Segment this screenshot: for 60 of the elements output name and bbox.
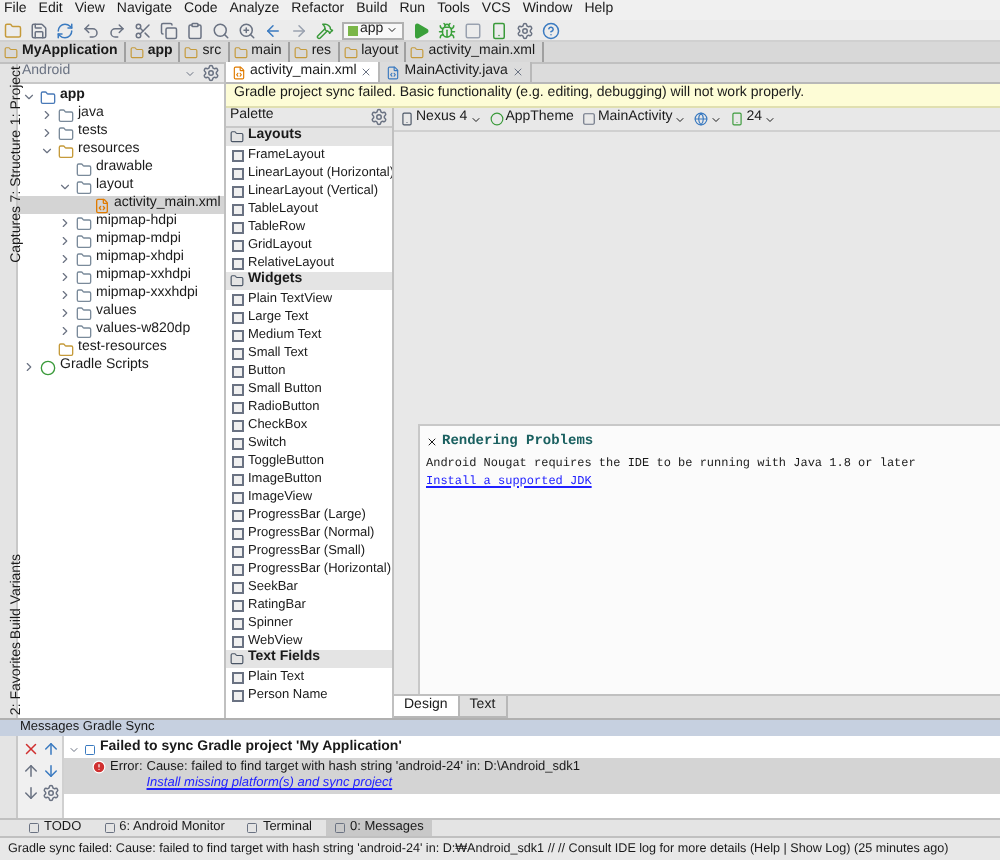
hammer-icon[interactable]: [316, 21, 334, 39]
file-icon: [94, 197, 110, 213]
copy-icon[interactable]: [160, 21, 178, 39]
up-arrow-icon[interactable]: [42, 740, 60, 758]
folder-icon: [230, 130, 244, 144]
square-icon: [28, 822, 40, 834]
stop-icon[interactable]: [463, 21, 482, 39]
caret-icon: [764, 113, 777, 125]
square-icon: [348, 25, 358, 35]
square-icon: [103, 822, 116, 834]
paste-icon[interactable]: [186, 21, 204, 39]
circle-icon: [40, 359, 56, 375]
folder-icon: [293, 45, 308, 59]
square-icon: [84, 743, 96, 755]
locale-dropdown[interactable]: [694, 112, 723, 126]
circle-icon: [489, 112, 504, 126]
settings-icon[interactable]: [202, 64, 220, 82]
back-icon[interactable]: [264, 21, 282, 39]
run-icon[interactable]: [411, 21, 430, 39]
folder-icon: [410, 45, 425, 59]
folder-icon: [129, 45, 144, 59]
forward-icon[interactable]: [290, 21, 308, 39]
save-icon[interactable]: [30, 21, 48, 39]
caret-icon: [710, 113, 723, 125]
caret-icon: [469, 113, 482, 125]
settings-icon[interactable]: [370, 108, 388, 126]
phone-icon: [400, 112, 414, 126]
globe-icon: [694, 112, 709, 126]
window-icon: [581, 112, 596, 126]
folder-icon[interactable]: [4, 21, 22, 39]
phone-icon: [730, 112, 745, 126]
search-icon[interactable]: [212, 21, 230, 39]
device-icon[interactable]: [489, 21, 508, 39]
folder-icon: [4, 45, 18, 59]
folder-icon: [230, 274, 244, 288]
undo-icon[interactable]: [82, 21, 100, 39]
folder-icon: [343, 45, 358, 59]
settings-icon[interactable]: [515, 21, 534, 39]
folder-icon: [230, 652, 244, 666]
file-icon: [232, 65, 246, 79]
settings-icon[interactable]: [42, 784, 60, 802]
error-icon: [92, 760, 106, 774]
file-icon: [386, 65, 401, 79]
sync-icon[interactable]: [56, 21, 74, 39]
square-icon: [334, 822, 346, 834]
up-arrow-icon[interactable]: [22, 762, 40, 780]
close-icon[interactable]: [426, 436, 438, 449]
caret-icon: [674, 113, 687, 125]
zoom-icon[interactable]: [238, 21, 256, 39]
cut-icon[interactable]: [134, 21, 152, 39]
bug-icon[interactable]: [437, 21, 456, 39]
help-icon[interactable]: [541, 21, 560, 39]
caret-icon: [184, 67, 196, 79]
down-arrow-icon[interactable]: [42, 762, 60, 780]
caret-icon: [385, 24, 398, 36]
square-icon: [246, 822, 259, 834]
redo-icon[interactable]: [108, 21, 126, 39]
down-arrow-icon[interactable]: [22, 784, 40, 802]
folder-icon: [233, 45, 248, 59]
folder-icon: [184, 45, 199, 59]
